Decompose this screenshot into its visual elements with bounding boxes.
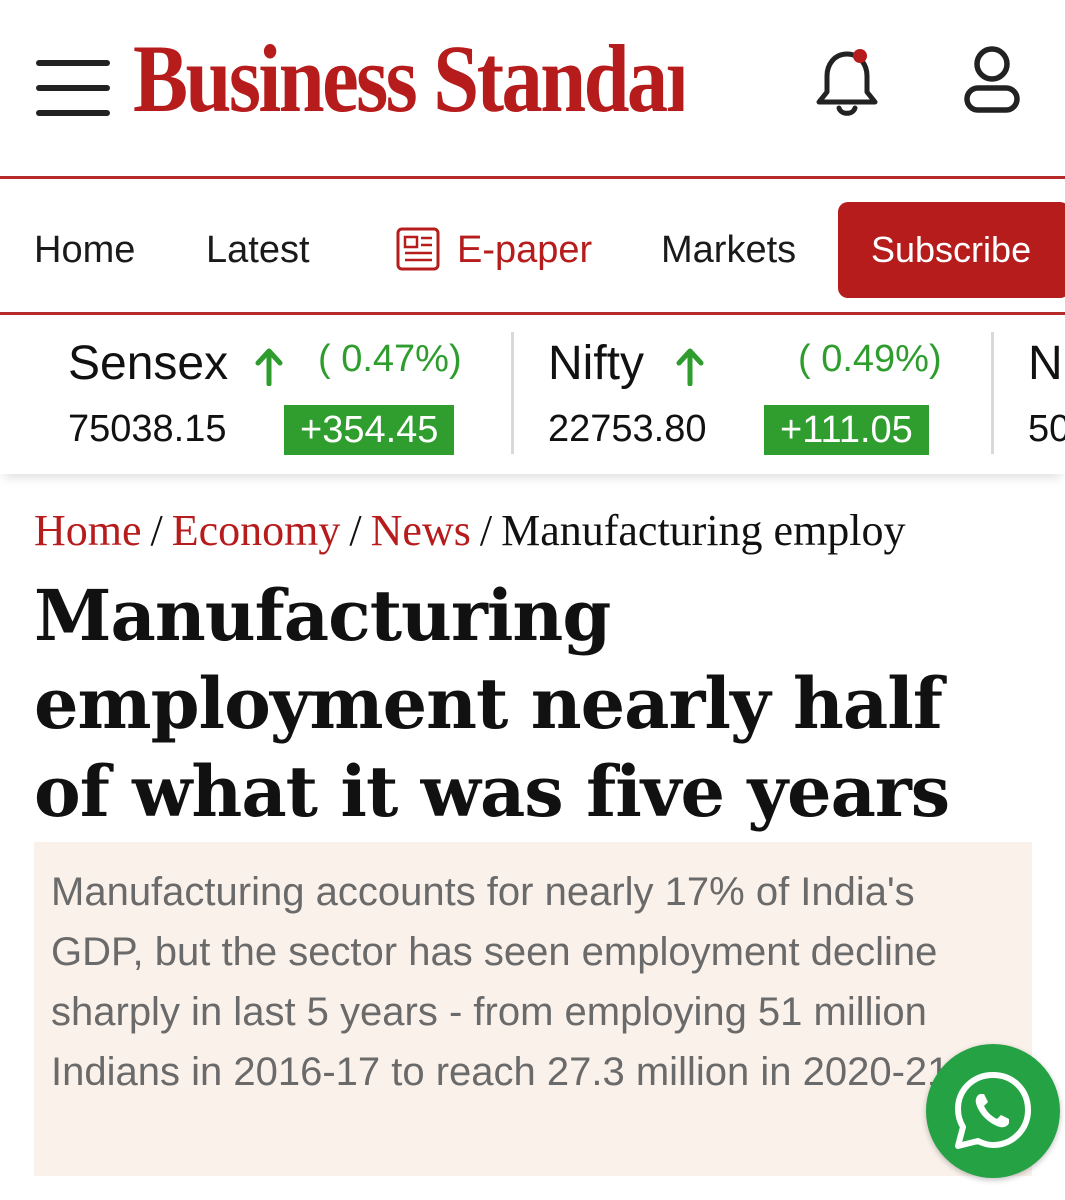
main-nav: Home Latest E-paper Markets Subscribe (0, 181, 1065, 313)
menu-icon[interactable] (36, 60, 110, 120)
ticker-nifty[interactable]: Nifty ( 0.49%) 22753.80 +111.05 (548, 316, 968, 474)
breadcrumb-separator: / (479, 506, 493, 555)
nav-home[interactable]: Home (34, 229, 135, 272)
ticker-separator (991, 332, 994, 454)
market-ticker: Sensex ( 0.47%) 75038.15 +354.45 Nifty (… (0, 316, 1065, 474)
ticker-name: N (1028, 337, 1063, 390)
nav-markets[interactable]: Markets (661, 229, 796, 272)
ticker-change: +354.45 (284, 405, 455, 455)
ticker-percent: ( 0.49%) (798, 338, 942, 380)
article-summary: Manufacturing accounts for nearly 17% of… (51, 870, 950, 1094)
breadcrumb-separator: / (349, 506, 362, 555)
breadcrumb-home[interactable]: Home (34, 506, 142, 555)
breadcrumb: Home / Economy / News / Manufacturing employ (34, 505, 1034, 561)
epaper-icon[interactable] (395, 226, 441, 272)
ticker-separator (511, 332, 514, 454)
ticker-value: 50 (1028, 408, 1065, 450)
arrow-up-icon (255, 348, 283, 386)
ticker-next[interactable]: N 50 (1028, 316, 1065, 474)
arrow-up-icon (676, 348, 704, 386)
ticker-name: Sensex (68, 337, 229, 390)
whatsapp-share-button[interactable] (926, 1044, 1060, 1178)
ticker-value: 75038.15 (68, 408, 227, 450)
subscribe-button[interactable]: Subscribe (838, 202, 1065, 298)
ticker-name: Nifty (548, 337, 644, 390)
site-header: Business Standard (0, 0, 1065, 178)
article-summary-box: Manufacturing accounts for nearly 17% of… (34, 842, 1032, 1176)
user-icon[interactable] (960, 44, 1024, 116)
header-divider (0, 176, 1065, 179)
nav-latest[interactable]: Latest (206, 229, 310, 272)
nav-epaper[interactable]: E-paper (457, 229, 592, 272)
ticker-change: +111.05 (764, 405, 929, 455)
whatsapp-icon (955, 1072, 1031, 1149)
notification-bell-icon[interactable] (810, 42, 884, 120)
ticker-value: 22753.80 (548, 408, 707, 450)
breadcrumb-economy[interactable]: Economy (172, 506, 341, 555)
ticker-sensex[interactable]: Sensex ( 0.47%) 75038.15 +354.45 (68, 316, 488, 474)
site-logo[interactable]: Business Standard (133, 24, 683, 134)
breadcrumb-separator: / (150, 506, 163, 555)
nav-divider (0, 312, 1065, 315)
ticker-percent: ( 0.47%) (318, 338, 462, 380)
breadcrumb-news[interactable]: News (371, 506, 471, 555)
breadcrumb-current: Manufacturing employ (501, 506, 906, 555)
